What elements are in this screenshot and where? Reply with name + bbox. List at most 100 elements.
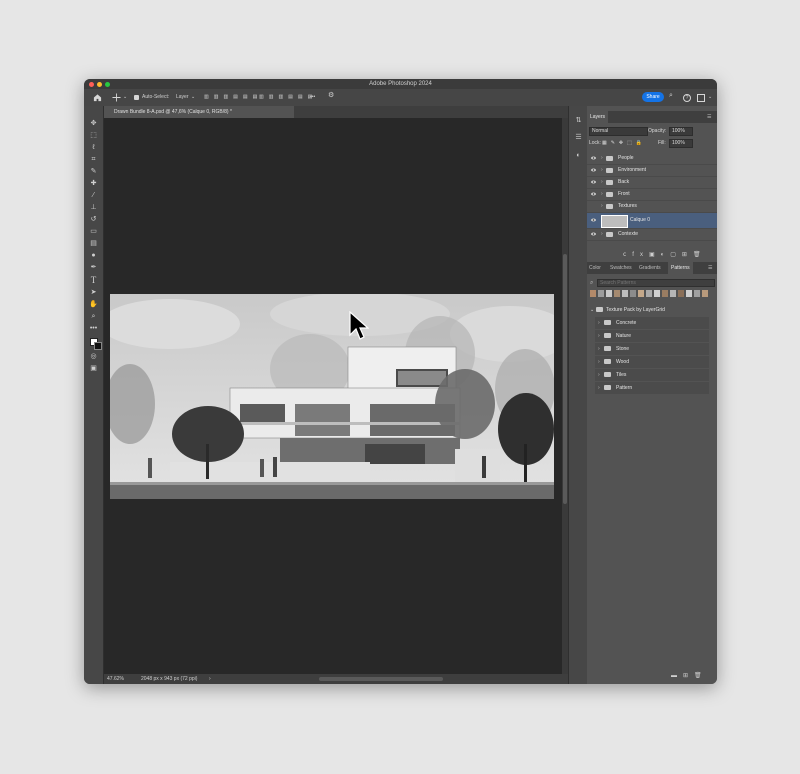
- layers-panel-icon[interactable]: ⇅: [574, 116, 583, 125]
- visibility-eye-icon[interactable]: [591, 156, 596, 160]
- status-menu-chevron-icon[interactable]: ›: [209, 674, 211, 684]
- chevron-right-icon[interactable]: ›: [601, 153, 603, 164]
- visibility-eye-icon[interactable]: [591, 218, 596, 222]
- adjustments-panel-icon[interactable]: ◐: [574, 151, 583, 160]
- move-tool-icon[interactable]: [112, 93, 121, 102]
- blend-mode-dropdown[interactable]: Normal: [589, 127, 648, 136]
- chevron-right-icon[interactable]: ›: [601, 177, 603, 188]
- more-options-button[interactable]: •••: [310, 94, 315, 101]
- canvas-vertical-scroll-thumb[interactable]: [563, 254, 567, 504]
- chevron-down-icon[interactable]: ⌄: [590, 305, 594, 315]
- eraser-tool-icon[interactable]: ▭: [89, 227, 98, 236]
- brush-tool-icon[interactable]: ⁄: [89, 191, 98, 200]
- layer-row-contexte[interactable]: › Contexte: [587, 229, 717, 241]
- pattern-root-group[interactable]: ⌄ Texture Pack by LayerGrid: [590, 305, 714, 315]
- pattern-actions-icon[interactable]: ▬⊞🗑: [671, 672, 708, 679]
- gradient-tool-icon[interactable]: ▤: [89, 239, 98, 248]
- chevron-right-icon[interactable]: ›: [598, 369, 600, 381]
- type-tool-icon[interactable]: T: [89, 276, 98, 285]
- marquee-tool-icon[interactable]: ⬚: [89, 131, 98, 140]
- blur-tool-icon[interactable]: ●: [89, 251, 98, 260]
- chevron-right-icon[interactable]: ›: [601, 165, 603, 176]
- pattern-group-nature[interactable]: › Nature: [595, 330, 709, 342]
- canvas-area[interactable]: [104, 118, 562, 674]
- distribute-buttons-icon[interactable]: ▥▥▥▤▤▤: [259, 94, 317, 101]
- pattern-group-pattern[interactable]: › Pattern: [595, 382, 709, 394]
- crop-tool-icon[interactable]: ⌗: [89, 155, 98, 164]
- zoom-level[interactable]: 47.62%: [107, 674, 124, 684]
- lasso-tool-icon[interactable]: ℓ: [89, 143, 98, 152]
- chevron-right-icon[interactable]: ›: [598, 343, 600, 355]
- layer-row-calque-0[interactable]: Calque 0: [587, 213, 717, 229]
- align-buttons-icon[interactable]: ▥▥▥▤▤▤: [204, 94, 262, 101]
- layer-row-people[interactable]: › People: [587, 153, 717, 165]
- zoom-tool-icon[interactable]: ⌕: [89, 312, 98, 321]
- more-tools-icon[interactable]: •••: [89, 324, 98, 333]
- home-icon[interactable]: [93, 93, 102, 102]
- gear-icon[interactable]: ⚙: [328, 92, 334, 99]
- move-tool-icon[interactable]: ✥: [89, 119, 98, 128]
- tab-gradients[interactable]: Gradients: [639, 262, 661, 274]
- pen-tool-icon[interactable]: ✒: [89, 263, 98, 272]
- document-tab[interactable]: Drawn Bundle 8-A.psd @ 47,6% (Calque 0, …: [104, 106, 294, 118]
- chevron-right-icon[interactable]: ›: [601, 229, 603, 240]
- help-icon[interactable]: ?: [683, 94, 691, 102]
- share-button[interactable]: Share: [642, 92, 664, 102]
- lock-buttons-icon[interactable]: ▦✎✥⬚🔒: [602, 139, 646, 148]
- opacity-input[interactable]: 100%: [669, 127, 693, 136]
- auto-select-checkbox[interactable]: [134, 95, 139, 100]
- layer-row-front[interactable]: › Front: [587, 189, 717, 201]
- chevron-down-icon[interactable]: ⌄: [191, 94, 195, 101]
- pattern-group-stone[interactable]: › Stone: [595, 343, 709, 355]
- workspace-icon[interactable]: [697, 94, 705, 102]
- visibility-eye-icon[interactable]: [591, 180, 596, 184]
- workspace-dropdown[interactable]: ⌄: [708, 94, 712, 101]
- history-brush-tool-icon[interactable]: ↺: [89, 215, 98, 224]
- recent-patterns-strip[interactable]: [590, 290, 714, 298]
- close-window-button[interactable]: [89, 82, 94, 87]
- search-icon[interactable]: ⌕: [669, 92, 673, 99]
- panel-menu-icon[interactable]: ☰: [708, 262, 712, 274]
- chevron-right-icon[interactable]: ›: [598, 317, 600, 329]
- visibility-eye-icon[interactable]: [591, 192, 596, 196]
- path-selection-tool-icon[interactable]: ➤: [89, 288, 98, 297]
- fill-input[interactable]: 100%: [669, 139, 693, 148]
- chevron-right-icon[interactable]: ›: [598, 356, 600, 368]
- chevron-right-icon[interactable]: ›: [598, 382, 600, 394]
- tab-layers[interactable]: Layers: [587, 111, 609, 123]
- panel-menu-icon[interactable]: ☰: [707, 111, 711, 123]
- tab-patterns[interactable]: Patterns: [668, 262, 693, 274]
- hand-tool-icon[interactable]: ✋: [89, 300, 98, 309]
- layer-row-back[interactable]: › Back: [587, 177, 717, 189]
- eyedropper-tool-icon[interactable]: ✎: [89, 167, 98, 176]
- pattern-group-wood[interactable]: › Wood: [595, 356, 709, 368]
- tab-color[interactable]: Color: [589, 262, 601, 274]
- document-image[interactable]: [110, 294, 554, 499]
- tool-preset-dropdown[interactable]: ⌄: [123, 94, 127, 101]
- auto-select-target-dropdown[interactable]: Layer: [176, 94, 189, 101]
- layer-actions-icon[interactable]: ⅽfx▣◐▢⊞🗑: [623, 251, 707, 258]
- chevron-right-icon[interactable]: ›: [598, 330, 600, 342]
- pattern-group-concrete[interactable]: › Concrete: [595, 317, 709, 329]
- tab-swatches[interactable]: Swatches: [610, 262, 632, 274]
- background-color-swatch[interactable]: [94, 342, 102, 350]
- healing-brush-tool-icon[interactable]: ✚: [89, 179, 98, 188]
- chevron-right-icon[interactable]: ›: [601, 201, 603, 212]
- clone-stamp-tool-icon[interactable]: ⊥: [89, 203, 98, 212]
- chevron-right-icon[interactable]: ›: [601, 189, 603, 200]
- visibility-eye-icon[interactable]: [591, 168, 596, 172]
- layer-row-textures[interactable]: › Textures: [587, 201, 717, 213]
- pattern-group-name: Stone: [616, 346, 630, 352]
- screen-mode-icon[interactable]: ▣: [89, 364, 98, 373]
- visibility-eye-icon[interactable]: [591, 232, 596, 236]
- properties-panel-icon[interactable]: ☰: [574, 133, 583, 142]
- search-patterns-input[interactable]: [597, 279, 715, 287]
- layer-row-environment[interactable]: › Environment: [587, 165, 717, 177]
- minimize-window-button[interactable]: [97, 82, 102, 87]
- document-dimensions: 2048 px x 943 px (72 ppi): [141, 676, 198, 682]
- pattern-group-tiles[interactable]: › Tiles: [595, 369, 709, 381]
- lock-label: Lock:: [589, 140, 601, 146]
- canvas-horizontal-scroll-thumb[interactable]: [319, 677, 443, 681]
- quick-mask-icon[interactable]: ◎: [89, 352, 98, 361]
- zoom-window-button[interactable]: [105, 82, 110, 87]
